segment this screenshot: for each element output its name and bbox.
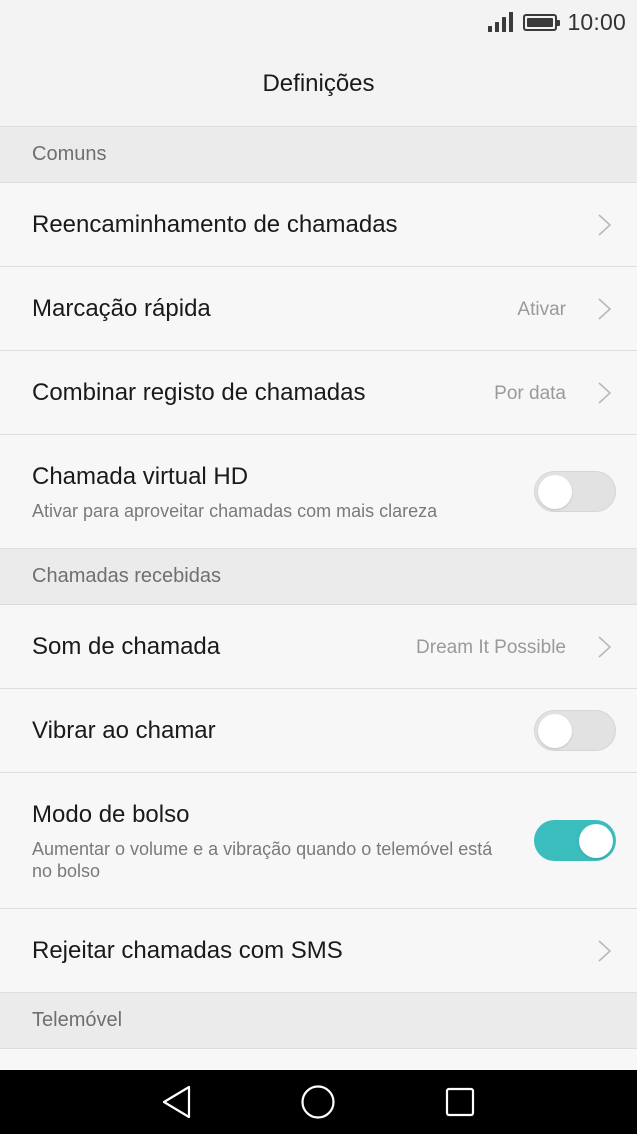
hd-voice-row: Chamada virtual HD Ativar para aproveita…: [0, 435, 637, 549]
row-title: Som de chamada: [32, 633, 221, 660]
chevron-right-icon: [598, 636, 611, 658]
row-subtitle: Ativar para aproveitar chamadas com mais…: [32, 501, 438, 521]
partial-row: [0, 1049, 637, 1070]
row-title: Marcação rápida: [32, 295, 211, 322]
page-title: Definições: [262, 70, 375, 97]
recents-icon: [445, 1087, 475, 1117]
row-value: Dream It Possible: [416, 637, 566, 658]
section-label: Chamadas recebidas: [32, 565, 221, 587]
signal-icon: [488, 12, 514, 32]
home-icon: [301, 1085, 335, 1119]
section-header-common: Comuns: [0, 127, 637, 183]
vibrate-row: Vibrar ao chamar: [0, 689, 637, 773]
row-value: Por data: [494, 383, 566, 404]
section-header-phone: Telemóvel: [0, 993, 637, 1049]
toggle-knob: [579, 823, 613, 858]
status-time: 10:00: [567, 8, 626, 35]
pocket-mode-toggle[interactable]: [534, 820, 616, 861]
hd-voice-toggle[interactable]: [534, 471, 616, 512]
toggle-knob: [538, 475, 572, 509]
vibrate-toggle[interactable]: [534, 710, 616, 751]
toggle-knob: [538, 714, 572, 748]
row-title: Chamada virtual HD: [32, 463, 249, 490]
battery-icon: [523, 13, 561, 31]
pocket-mode-row: Modo de bolso Aumentar o volume e a vibr…: [0, 773, 637, 909]
speed-dial-row[interactable]: Marcação rápida Ativar: [0, 267, 637, 351]
chevron-right-icon: [598, 214, 611, 236]
navigation-bar: [0, 1070, 637, 1134]
merge-call-log-row[interactable]: Combinar registo de chamadas Por data: [0, 351, 637, 435]
row-title: Modo de bolso: [32, 801, 190, 828]
chevron-right-icon: [598, 382, 611, 404]
row-title: Rejeitar chamadas com SMS: [32, 937, 343, 964]
recents-button[interactable]: [420, 1070, 500, 1134]
chevron-right-icon: [598, 298, 611, 320]
row-title: Combinar registo de chamadas: [32, 379, 366, 406]
back-icon: [162, 1085, 191, 1119]
reject-sms-row[interactable]: Rejeitar chamadas com SMS: [0, 909, 637, 993]
status-bar: 10:00: [0, 0, 637, 44]
row-title: Reencaminhamento de chamadas: [32, 211, 398, 238]
app-header: Definições: [0, 44, 637, 127]
section-label: Comuns: [32, 143, 107, 165]
row-title: Vibrar ao chamar: [32, 717, 216, 744]
chevron-right-icon: [598, 940, 611, 962]
call-forwarding-row[interactable]: Reencaminhamento de chamadas: [0, 183, 637, 267]
status-icons: 10:00: [488, 9, 626, 35]
row-subtitle: Aumentar o volume e a vibração quando o …: [32, 839, 493, 881]
home-button[interactable]: [278, 1070, 358, 1134]
section-label: Telemóvel: [32, 1009, 123, 1031]
ringtone-row[interactable]: Som de chamada Dream It Possible: [0, 605, 637, 689]
section-header-incoming: Chamadas recebidas: [0, 549, 637, 605]
back-button[interactable]: [137, 1070, 217, 1134]
row-value: Ativar: [517, 299, 566, 320]
